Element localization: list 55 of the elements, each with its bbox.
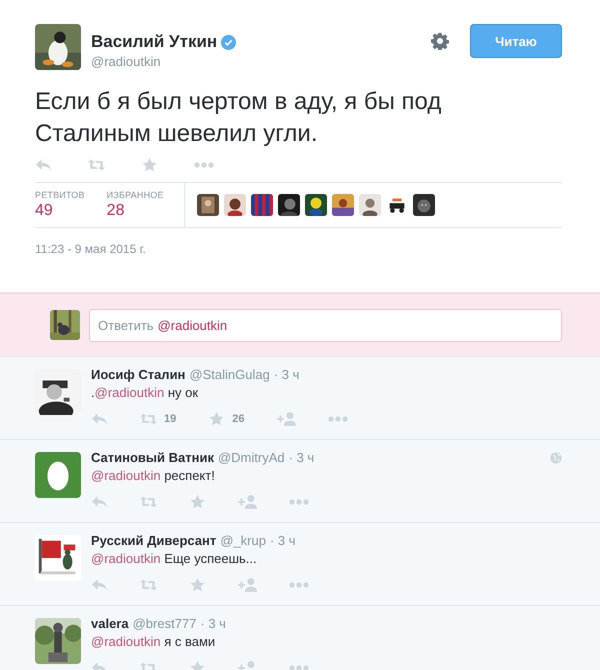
author-handle[interactable]: @radioutkin <box>91 54 236 69</box>
more-icon[interactable] <box>289 665 309 670</box>
author-name[interactable]: Василий Уткин <box>91 32 218 52</box>
mention-link[interactable]: @radioutkin <box>94 385 164 400</box>
retweet-icon[interactable] <box>88 158 105 172</box>
reply-text: @radioutkin Еще успеешь... <box>91 551 258 566</box>
egg-avatar-icon[interactable] <box>35 452 81 498</box>
star-icon[interactable] <box>189 495 206 509</box>
stat-count[interactable]: 49 <box>35 202 85 220</box>
mention-link[interactable]: @radioutkin <box>91 468 161 483</box>
following-button[interactable]: Читаю <box>470 24 562 58</box>
mention-link[interactable]: @radioutkin <box>91 634 161 649</box>
reply-time[interactable]: · 3 ч <box>270 533 296 548</box>
add-person-icon[interactable] <box>238 495 257 509</box>
mention-link[interactable]: @radioutkin <box>91 551 161 566</box>
reply-text: @radioutkin респект! <box>91 468 216 483</box>
star-icon[interactable] <box>208 412 226 426</box>
stat-count[interactable]: 28 <box>106 202 164 220</box>
more-icon[interactable] <box>194 162 214 168</box>
reply-icon[interactable] <box>35 158 52 172</box>
retweet-icon[interactable] <box>140 412 157 426</box>
user-name[interactable]: valera <box>91 616 129 631</box>
more-icon[interactable] <box>289 582 309 588</box>
reply-text: @radioutkin я с вами <box>91 634 216 649</box>
reply-icon[interactable] <box>91 495 108 509</box>
tweet-text: Если б я был чертом в аду, я бы под Сталиным шевелил угли. <box>35 87 442 149</box>
reply-icon[interactable] <box>91 578 108 592</box>
user-name[interactable]: Сатиновый Ватник <box>91 450 214 465</box>
reply-time[interactable]: · 3 ч <box>288 450 314 465</box>
add-person-icon[interactable] <box>276 412 296 426</box>
favorite-count: 26 <box>232 413 244 425</box>
reply-time[interactable]: · 3 ч <box>274 367 300 382</box>
user-handle[interactable]: @brest777 <box>132 616 196 631</box>
retweet-icon[interactable] <box>140 495 157 509</box>
reply-time[interactable]: · 3 ч <box>200 616 226 631</box>
globe-icon[interactable] <box>550 452 562 464</box>
stat-label[interactable]: РЕТВИТОВ <box>35 190 85 200</box>
reply-text: .@radioutkin ну ок <box>91 385 200 400</box>
settings-icon[interactable] <box>431 32 449 50</box>
user-name[interactable]: Иосиф Сталин <box>91 367 186 382</box>
retweet-count: 19 <box>164 413 176 425</box>
user-handle[interactable]: @StalinGulag <box>189 367 270 382</box>
retweet-icon[interactable] <box>140 578 157 592</box>
tweet-timestamp: 11:23 - 9 мая 2015 г. <box>35 242 146 256</box>
more-icon[interactable] <box>289 499 309 505</box>
stat-label[interactable]: ИЗБРАННОЕ <box>106 190 164 200</box>
add-person-icon[interactable] <box>238 578 257 592</box>
user-name[interactable]: Русский Диверсант <box>91 533 216 548</box>
reply-field[interactable]: Ответить @radioutkin <box>89 308 562 342</box>
star-icon[interactable] <box>141 158 158 172</box>
more-icon[interactable] <box>328 416 348 422</box>
reply-icon[interactable] <box>91 412 108 426</box>
user-handle[interactable]: @DmitryAd <box>218 450 285 465</box>
star-icon[interactable] <box>189 578 206 592</box>
user-handle[interactable]: @_krup <box>220 533 266 548</box>
